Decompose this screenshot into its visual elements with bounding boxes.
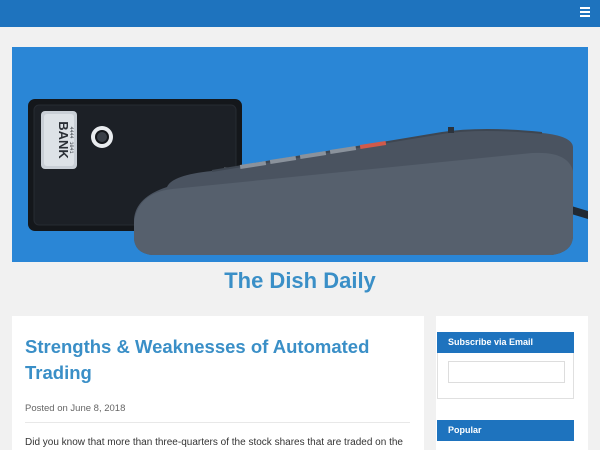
subscribe-widget-title: Subscribe via Email	[437, 332, 574, 353]
post-excerpt: Did you know that more than three-quarte…	[25, 437, 403, 448]
popular-widget-title: Popular	[437, 420, 574, 441]
header-image: BANK 4444 1041 ICC	[12, 47, 588, 262]
card-number-text: 4444 1041	[68, 126, 74, 153]
post-divider	[25, 422, 410, 423]
site-title[interactable]: The Dish Daily	[0, 268, 600, 294]
top-navbar	[0, 0, 600, 27]
main-content: Strengths & Weaknesses of Automated Trad…	[12, 316, 424, 450]
post-date: Posted on June 8, 2018	[25, 403, 126, 414]
card-terminal-illustration: BANK 4444 1041 ICC	[12, 47, 588, 262]
hamburger-menu-icon[interactable]	[580, 6, 592, 18]
subscribe-email-input[interactable]	[448, 361, 565, 383]
sidebar: Subscribe via Email Popular	[436, 316, 588, 450]
post-title-link[interactable]: Strengths & Weaknesses of Automated Trad…	[25, 334, 405, 386]
subscribe-widget-body	[437, 353, 574, 399]
